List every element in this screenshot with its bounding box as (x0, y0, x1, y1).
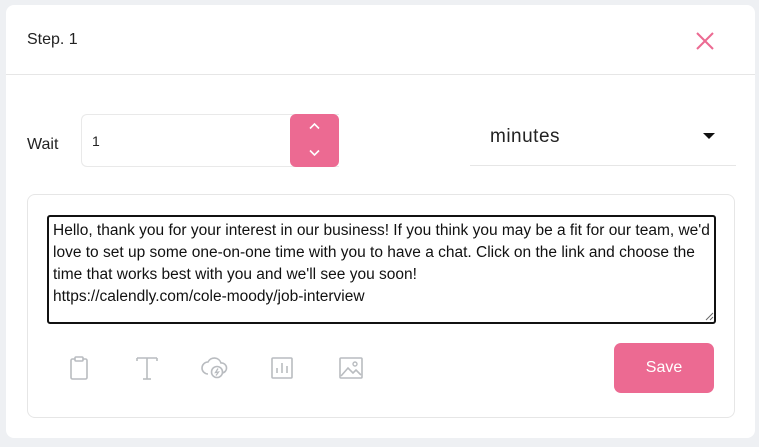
clipboard-icon (70, 356, 88, 380)
save-button[interactable]: Save (614, 343, 714, 393)
chart-tool-button[interactable] (268, 354, 296, 382)
link-tool-button[interactable] (200, 354, 228, 382)
close-button[interactable] (692, 28, 718, 54)
time-unit-value: minutes (490, 126, 561, 147)
close-icon (696, 32, 714, 50)
modal-title: Step. 1 (27, 31, 78, 48)
wait-number-input[interactable] (92, 115, 282, 166)
increment-button[interactable] (290, 114, 339, 140)
time-unit-select[interactable]: minutes (470, 111, 736, 166)
text-tool-button[interactable] (133, 354, 161, 382)
message-textarea[interactable] (47, 215, 716, 324)
image-icon (339, 357, 363, 379)
decrement-button[interactable] (290, 141, 339, 167)
message-editor: Save (27, 194, 735, 418)
chevron-down-icon (309, 149, 320, 157)
clipboard-tool-button[interactable] (65, 354, 93, 382)
modal-header: Step. 1 (6, 5, 755, 75)
step-modal: Step. 1 Wait minutes (6, 5, 755, 438)
chevron-up-icon (309, 122, 320, 130)
wait-stepper (290, 114, 339, 167)
wait-label: Wait (27, 136, 59, 153)
image-tool-button[interactable] (337, 354, 365, 382)
link-icon (201, 357, 228, 379)
caret-down-icon (703, 133, 715, 139)
resize-handle-icon[interactable] (704, 311, 714, 321)
chart-icon (271, 357, 293, 379)
text-icon (136, 357, 158, 380)
